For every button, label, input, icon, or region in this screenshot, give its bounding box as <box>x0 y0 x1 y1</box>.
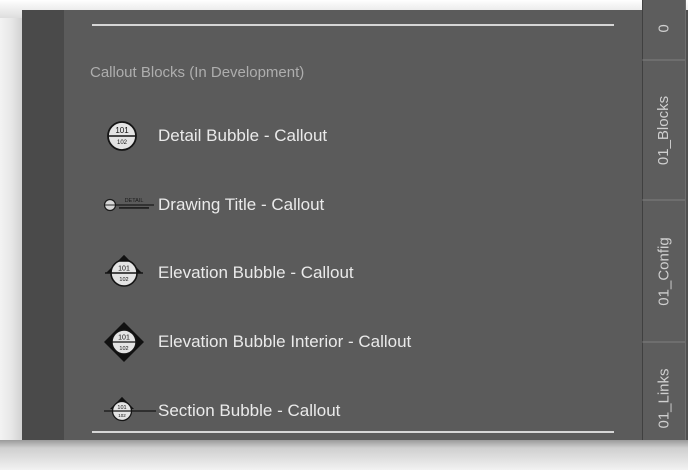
elevation-bubble-icon: 101 102 <box>102 253 158 293</box>
tab-0[interactable]: 0 <box>642 0 686 60</box>
tool-item-label: Section Bubble - Callout <box>158 401 341 420</box>
svg-text:102: 102 <box>119 346 128 352</box>
tab-01-links[interactable]: 01_Links <box>642 342 686 454</box>
drawing-title-icon: DETAIL <box>102 185 158 225</box>
palette-left-strip <box>22 10 65 442</box>
tool-item-label: Elevation Bubble - Callout <box>158 263 354 282</box>
top-divider <box>92 24 614 26</box>
tool-item-elevation-bubble-interior[interactable]: 101 102 Elevation Bubble Interior - Call… <box>102 322 622 362</box>
tool-palette-panel: Callout Blocks (In Development) 101 102 … <box>64 10 642 442</box>
svg-text:102: 102 <box>119 277 128 283</box>
svg-text:102: 102 <box>118 413 126 418</box>
svg-text:101: 101 <box>118 266 130 273</box>
tool-item-section-bubble[interactable]: 101 102 Section Bubble - Callout <box>102 391 622 431</box>
svg-text:101: 101 <box>115 126 129 135</box>
tab-label: 01_Links <box>655 367 673 429</box>
svg-text:101: 101 <box>117 405 126 411</box>
tab-01-blocks[interactable]: 01_Blocks <box>642 60 686 200</box>
svg-text:102: 102 <box>117 140 128 146</box>
detail-bubble-icon: 101 102 <box>102 116 158 156</box>
tab-label: 01_Blocks <box>655 95 673 165</box>
section-bubble-icon: 101 102 <box>102 391 158 431</box>
tab-01-config[interactable]: 01_Config <box>642 200 686 342</box>
palette-tab-strip: 0 01_Blocks 01_Config 01_Links <box>642 0 688 454</box>
tab-label: 0 <box>655 23 673 33</box>
svg-text:101: 101 <box>118 335 130 342</box>
bottom-divider <box>92 431 614 433</box>
tool-item-label: Detail Bubble - Callout <box>158 126 328 145</box>
bottom-shadow <box>0 440 688 470</box>
tool-item-elevation-bubble[interactable]: 101 102 Elevation Bubble - Callout <box>102 253 622 293</box>
tab-label: 01_Config <box>655 236 673 306</box>
elevation-bubble-interior-icon: 101 102 <box>102 322 158 362</box>
tool-item-label: Elevation Bubble Interior - Callout <box>158 332 412 351</box>
tool-item-label: Drawing Title - Callout <box>158 195 325 214</box>
section-title: Callout Blocks (In Development) <box>90 64 305 81</box>
tool-item-detail-bubble[interactable]: 101 102 Detail Bubble - Callout <box>102 116 622 156</box>
svg-text:DETAIL: DETAIL <box>125 198 144 204</box>
tool-item-drawing-title[interactable]: DETAIL Drawing Title - Callout <box>102 185 622 225</box>
